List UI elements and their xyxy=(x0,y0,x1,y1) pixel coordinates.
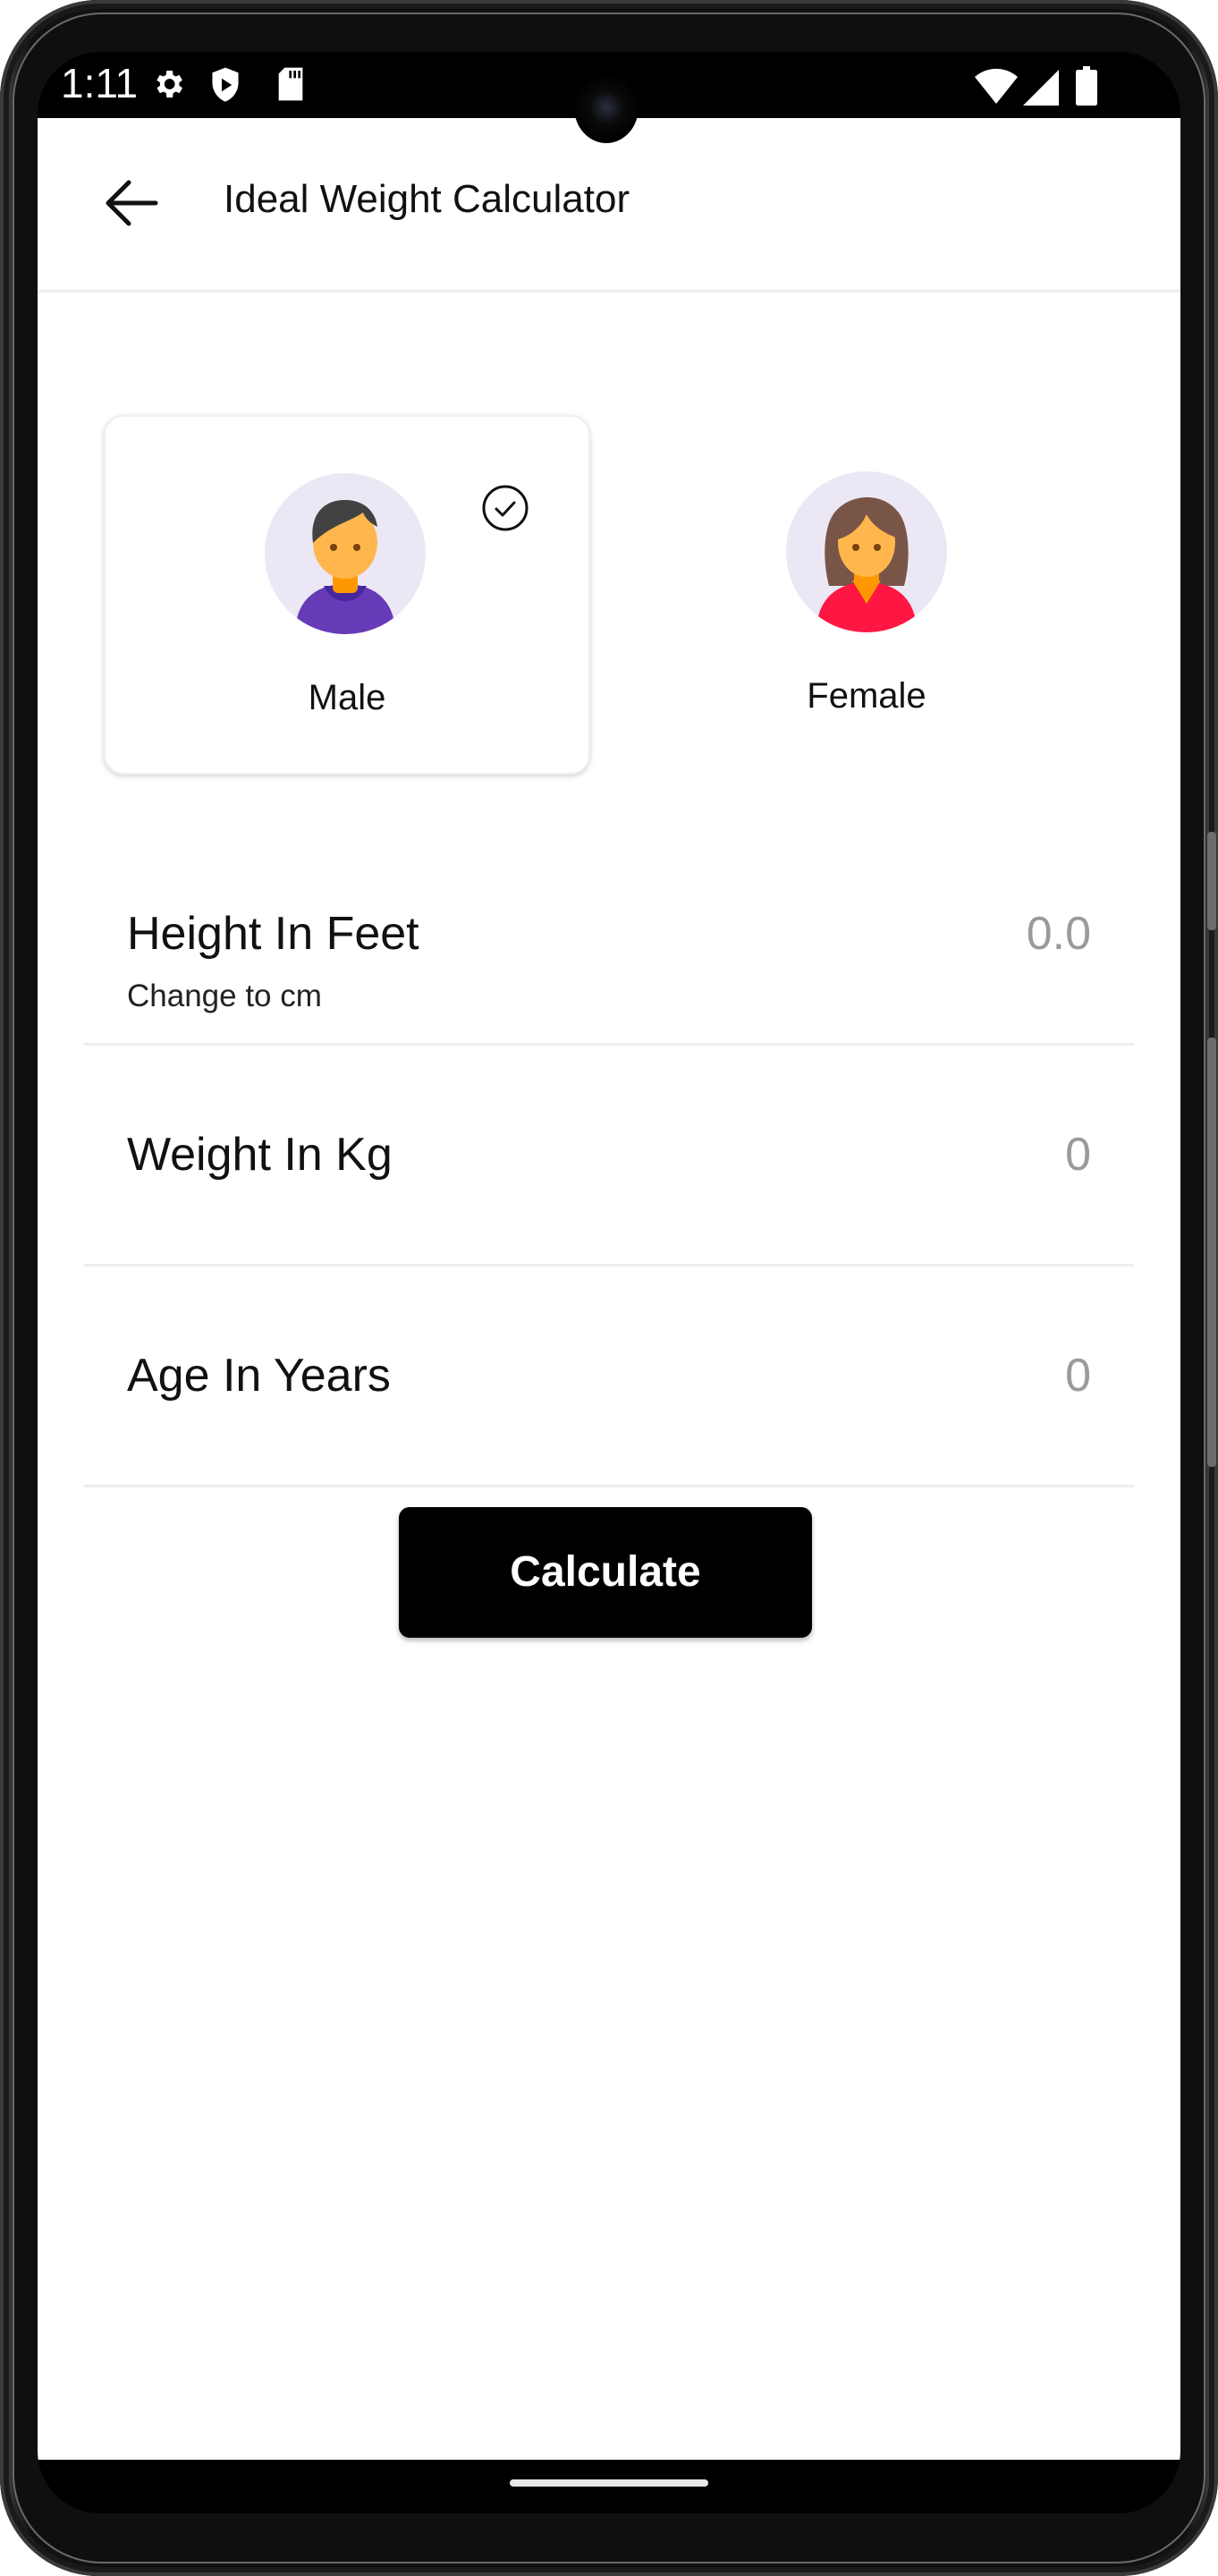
gender-label-male: Male xyxy=(308,678,386,717)
status-time: 1:11 xyxy=(61,60,139,106)
selected-check-icon xyxy=(481,484,529,532)
arrow-left-icon xyxy=(106,180,158,226)
settings-icon xyxy=(150,66,186,106)
age-field-row[interactable]: Age In Years 0 xyxy=(84,1267,1134,1487)
battery-icon xyxy=(1075,66,1098,109)
weight-field-value[interactable]: 0 xyxy=(1065,1128,1091,1182)
app-bar: Ideal Weight Calculator xyxy=(38,118,1180,292)
status-bar: 1:11 xyxy=(38,52,1180,143)
male-avatar-icon xyxy=(265,473,426,634)
weight-field-row[interactable]: Weight In Kg 0 xyxy=(84,1046,1134,1267)
home-indicator[interactable] xyxy=(510,2479,708,2487)
wifi-icon xyxy=(975,68,1018,107)
gender-option-female[interactable]: Female xyxy=(626,415,1109,771)
back-button[interactable] xyxy=(91,163,172,243)
power-button xyxy=(1207,832,1216,930)
navigation-bar xyxy=(38,2460,1180,2513)
calculate-button[interactable]: Calculate xyxy=(399,1507,812,1638)
gender-option-male[interactable]: Male xyxy=(104,415,590,775)
device-frame: 1:11 Ideal Weight Calculator Male Female… xyxy=(0,0,1218,2576)
front-camera xyxy=(574,72,639,143)
age-field-value[interactable]: 0 xyxy=(1065,1349,1091,1402)
female-avatar-icon xyxy=(786,471,947,632)
gender-label-female: Female xyxy=(807,676,926,716)
sd-card-icon xyxy=(275,66,306,106)
volume-rocker xyxy=(1207,1038,1216,1467)
play-protect-icon xyxy=(207,66,243,107)
height-field-row[interactable]: Height In Feet 0.0 Change to cm xyxy=(84,825,1134,1046)
page-title: Ideal Weight Calculator xyxy=(224,177,630,221)
weight-field-label: Weight In Kg xyxy=(127,1129,393,1181)
signal-icon xyxy=(1023,70,1059,109)
height-field-value[interactable]: 0.0 xyxy=(1027,907,1091,961)
app-content: Ideal Weight Calculator Male Female Heig… xyxy=(38,118,1180,2460)
height-field-label: Height In Feet xyxy=(127,908,419,960)
device-screen: 1:11 Ideal Weight Calculator Male Female… xyxy=(38,52,1180,2513)
age-field-label: Age In Years xyxy=(127,1350,391,1402)
change-to-cm-link[interactable]: Change to cm xyxy=(127,979,322,1014)
